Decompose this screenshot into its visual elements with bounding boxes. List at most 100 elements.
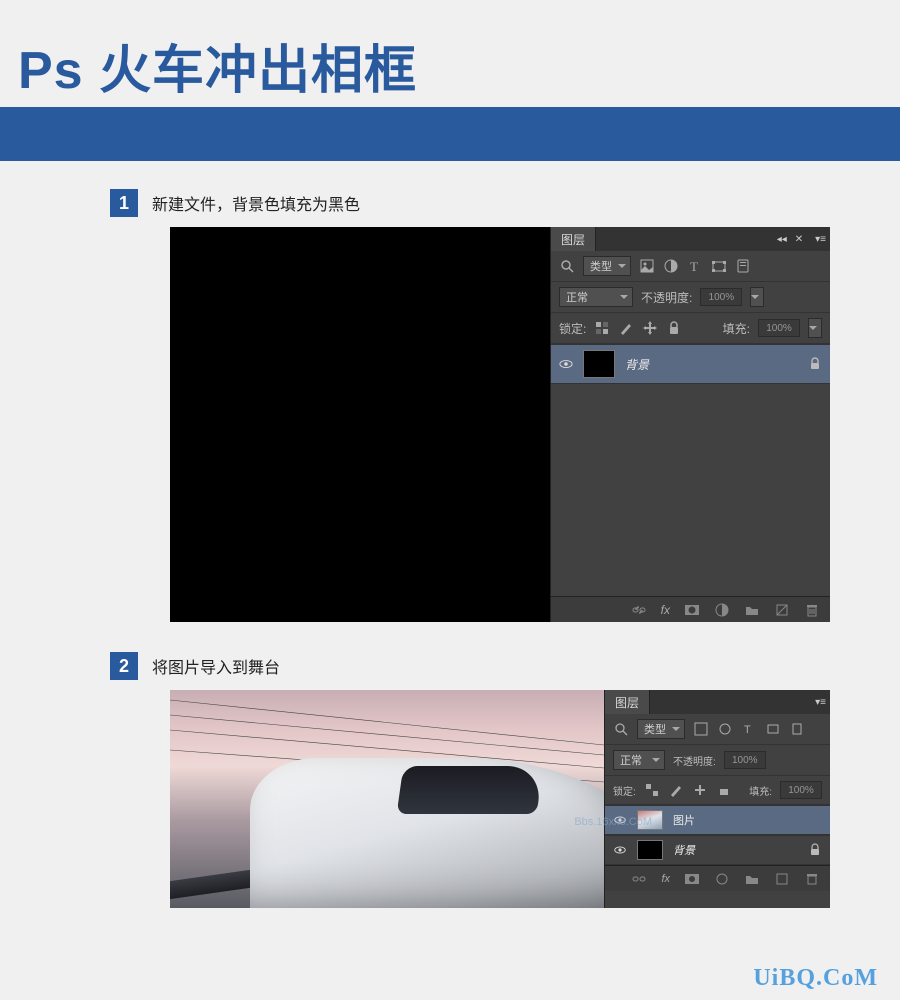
layer-name: 背景 <box>625 356 798 373</box>
train-body <box>170 738 604 908</box>
kind-dropdown[interactable]: 类型 <box>583 256 631 276</box>
kind-dropdown[interactable]: 类型 <box>637 719 685 739</box>
lock-label: 锁定: <box>613 783 636 798</box>
panel-bottom-toolbar: fx <box>605 865 830 891</box>
lock-move-icon[interactable] <box>692 782 708 798</box>
link-icon[interactable] <box>631 871 647 887</box>
lock-all-icon[interactable] <box>666 320 682 336</box>
opacity-value[interactable]: 100% <box>700 288 742 306</box>
panel-tabbar: 图层 ◂◂ ✕ ▾≡ <box>551 227 830 251</box>
panel-empty <box>551 384 830 544</box>
new-layer-icon[interactable] <box>774 602 790 618</box>
shape-filter-icon[interactable] <box>765 721 781 737</box>
ps1-canvas <box>170 227 550 622</box>
opacity-stepper[interactable] <box>750 287 764 307</box>
blend-row: 正常 不透明度: 100% <box>551 282 830 313</box>
layer-name: 图片 <box>673 812 822 828</box>
opacity-label: 不透明度: <box>673 753 716 768</box>
fill-label: 填充: <box>749 783 772 798</box>
step-2-text: 将图片导入到舞台 <box>152 654 280 678</box>
smart-filter-icon[interactable] <box>789 721 805 737</box>
step-2-number: 2 <box>110 652 138 680</box>
mask-icon[interactable] <box>684 871 700 887</box>
eye-icon[interactable] <box>559 357 573 371</box>
layer-thumb <box>637 840 663 860</box>
folder-icon[interactable] <box>744 602 760 618</box>
fx-icon[interactable]: fx <box>661 603 670 617</box>
svg-text:T: T <box>690 259 698 274</box>
collapse-icon[interactable]: ◂◂ <box>777 234 787 245</box>
panel-bottom-toolbar: fx <box>551 596 830 622</box>
step-1: 1 新建文件，背景色填充为黑色 图层 ◂◂ ✕ ▾≡ 类型 <box>110 189 860 622</box>
fx-icon[interactable]: fx <box>661 873 670 885</box>
title-underline <box>0 107 900 161</box>
svg-text:T: T <box>744 724 751 736</box>
search-icon[interactable] <box>559 258 575 274</box>
lock-brush-icon[interactable] <box>668 782 684 798</box>
layer-background[interactable]: 背景 <box>605 835 830 865</box>
fill-stepper[interactable] <box>808 318 822 338</box>
lock-move-icon[interactable] <box>642 320 658 336</box>
opacity-label: 不透明度: <box>641 289 692 306</box>
fill-label: 填充: <box>723 320 750 337</box>
pixel-filter-icon[interactable] <box>639 258 655 274</box>
smart-filter-icon[interactable] <box>735 258 751 274</box>
folder-icon[interactable] <box>744 871 760 887</box>
lock-row: 锁定: 填充: 100% <box>605 776 830 805</box>
trash-icon[interactable] <box>804 602 820 618</box>
adjust-filter-icon[interactable] <box>663 258 679 274</box>
trash-icon[interactable] <box>804 871 820 887</box>
lock-icon <box>808 843 822 857</box>
layer-name: 背景 <box>673 842 798 858</box>
ps2-layers-panel: 图层 ▾≡ 类型 T 正常 不透明度: 100% <box>604 690 830 908</box>
close-icon[interactable]: ✕ <box>795 234 803 245</box>
watermark-small: Bbs.16xx8.CoM <box>574 816 652 828</box>
mask-icon[interactable] <box>684 602 700 618</box>
step-1-head: 1 新建文件，背景色填充为黑色 <box>110 189 860 217</box>
layer-background[interactable]: 背景 <box>551 344 830 384</box>
type-filter-icon[interactable]: T <box>741 721 757 737</box>
train-windshield <box>397 766 544 814</box>
panel-menu-icon[interactable]: ▾≡ <box>815 690 826 714</box>
filter-row: 类型 T <box>551 251 830 282</box>
lock-trans-icon[interactable] <box>594 320 610 336</box>
layers-tab[interactable]: 图层 <box>605 690 650 714</box>
step-2-head: 2 将图片导入到舞台 <box>110 652 860 680</box>
ps-screenshot-2: 图层 ▾≡ 类型 T 正常 不透明度: 100% <box>170 690 830 908</box>
adjust-filter-icon[interactable] <box>717 721 733 737</box>
pixel-filter-icon[interactable] <box>693 721 709 737</box>
page-title: Ps 火车冲出相框 <box>0 20 900 107</box>
new-layer-icon[interactable] <box>774 871 790 887</box>
eye-icon[interactable] <box>613 843 627 857</box>
lock-row: 锁定: 填充: 100% <box>551 313 830 344</box>
lock-icon <box>808 357 822 371</box>
lock-brush-icon[interactable] <box>618 320 634 336</box>
fill-value[interactable]: 100% <box>758 319 800 337</box>
panel-menu-icon[interactable]: ▾≡ <box>815 234 826 245</box>
blend-dropdown[interactable]: 正常 <box>559 287 633 307</box>
ps1-layers-panel: 图层 ◂◂ ✕ ▾≡ 类型 T <box>550 227 830 622</box>
adjustment-icon[interactable] <box>714 871 730 887</box>
fill-value[interactable]: 100% <box>780 781 822 799</box>
opacity-value[interactable]: 100% <box>724 751 766 769</box>
blend-row: 正常 不透明度: 100% <box>605 745 830 776</box>
step-2: 2 将图片导入到舞台 <box>110 652 860 908</box>
panel-collapse-icons: ◂◂ ✕ ▾≡ <box>777 227 826 251</box>
blend-dropdown[interactable]: 正常 <box>613 750 665 770</box>
shape-filter-icon[interactable] <box>711 258 727 274</box>
header: Ps 火车冲出相框 <box>0 0 900 161</box>
link-icon[interactable] <box>631 602 647 618</box>
lock-trans-icon[interactable] <box>644 782 660 798</box>
ps-screenshot-1: 图层 ◂◂ ✕ ▾≡ 类型 T <box>170 227 830 622</box>
search-icon[interactable] <box>613 721 629 737</box>
step-1-number: 1 <box>110 189 138 217</box>
panel-tabbar: 图层 ▾≡ <box>605 690 830 714</box>
filter-row: 类型 T <box>605 714 830 745</box>
watermark: UiBQ.CoM <box>753 965 878 992</box>
layers-tab[interactable]: 图层 <box>551 227 596 251</box>
lock-all-icon[interactable] <box>716 782 732 798</box>
adjustment-icon[interactable] <box>714 602 730 618</box>
lock-label: 锁定: <box>559 320 586 337</box>
type-filter-icon[interactable]: T <box>687 258 703 274</box>
step-1-text: 新建文件，背景色填充为黑色 <box>152 191 360 215</box>
